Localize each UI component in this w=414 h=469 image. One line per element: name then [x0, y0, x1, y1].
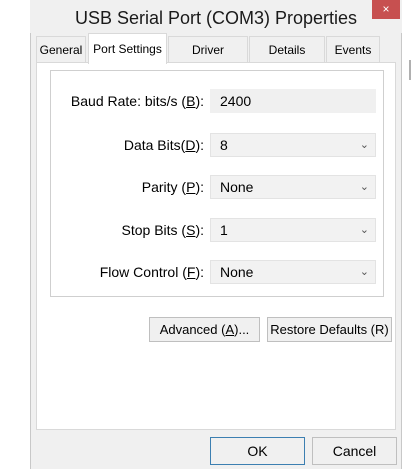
stop-bits-value: 1: [220, 222, 228, 238]
tab-details[interactable]: Details: [249, 36, 325, 63]
baud-rate-label: Baud Rate: bits/s (B):: [70, 93, 204, 109]
data-bits-value: 8: [220, 137, 228, 153]
tab-port-settings[interactable]: Port Settings: [88, 33, 167, 64]
window-title: USB Serial Port (COM3) Properties: [74, 8, 358, 28]
baud-rate-field[interactable]: 2400: [210, 89, 376, 113]
tab-events[interactable]: Events: [326, 36, 380, 63]
flow-control-value: None: [220, 264, 254, 280]
baud-rate-value: 2400: [220, 93, 252, 109]
chevron-down-icon: ⌄: [359, 266, 369, 278]
parity-label: Parity (P):: [141, 179, 204, 195]
chevron-down-icon: ⌄: [359, 139, 369, 151]
tab-general[interactable]: General: [36, 36, 86, 63]
ok-button[interactable]: OK: [210, 437, 305, 465]
stop-bits-select[interactable]: 1 ⌄: [210, 218, 376, 242]
edge-divider: [409, 60, 411, 80]
stop-bits-label: Stop Bits (S):: [121, 222, 205, 238]
tab-driver[interactable]: Driver: [168, 36, 248, 63]
advanced-button[interactable]: Advanced (A)...: [149, 317, 260, 342]
flow-control-select[interactable]: None ⌄: [210, 260, 376, 284]
data-bits-select[interactable]: 8 ⌄: [210, 133, 376, 157]
restore-defaults-button[interactable]: Restore Defaults (R): [267, 317, 392, 342]
chevron-down-icon: ⌄: [359, 224, 369, 236]
close-button[interactable]: ×: [372, 0, 400, 19]
cancel-button[interactable]: Cancel: [312, 437, 397, 465]
chevron-down-icon: ⌄: [359, 181, 369, 193]
parity-select[interactable]: None ⌄: [210, 175, 376, 199]
data-bits-label: Data Bits(D):: [123, 137, 204, 153]
flow-control-label: Flow Control (F):: [99, 264, 204, 280]
parity-value: None: [220, 179, 254, 195]
